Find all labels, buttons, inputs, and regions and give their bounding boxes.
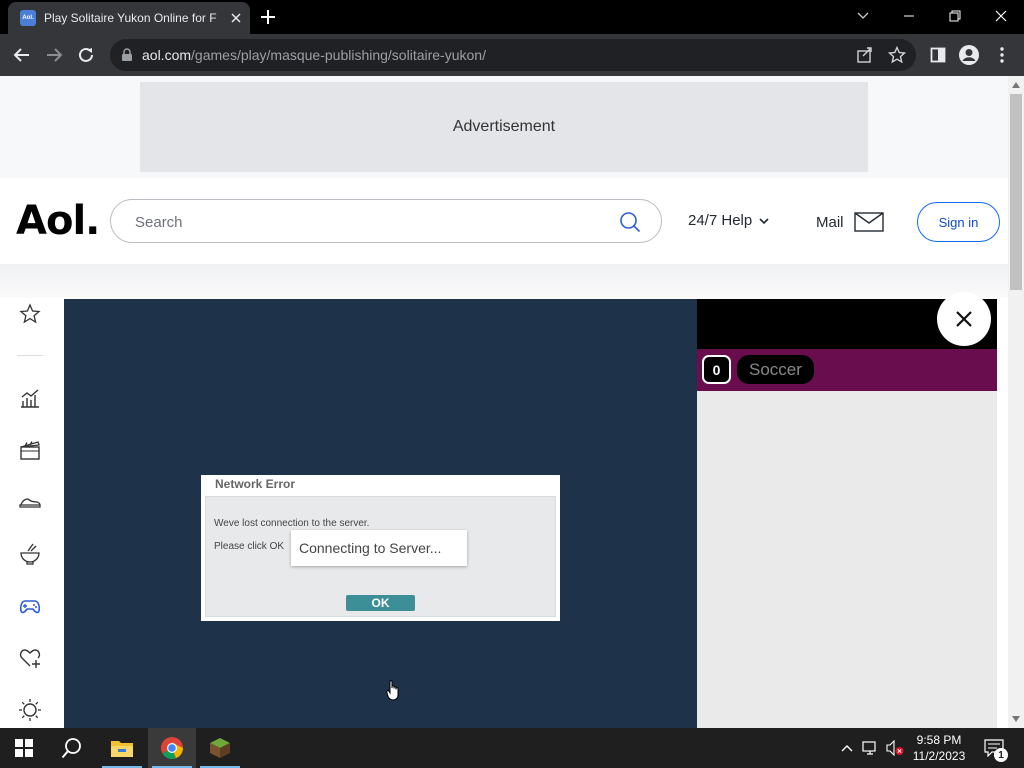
network-error-dialog: Network Error Weve lost connection to th…	[201, 475, 560, 621]
game-canvas[interactable]: Network Error Weve lost connection to th…	[64, 299, 697, 728]
file-explorer-icon[interactable]	[98, 728, 146, 768]
browser-tab[interactable]: Aol. Play Solitaire Yukon Online for F	[8, 2, 250, 34]
clock-time: 9:58 PM	[916, 733, 962, 747]
windows-taskbar: 9:58 PM 11/2/2023 1	[0, 728, 1024, 768]
volume-muted-icon[interactable]	[886, 738, 904, 758]
sun-icon[interactable]	[18, 698, 42, 722]
windows-start-icon[interactable]	[0, 728, 48, 768]
dialog-message-line1: Weve lost connection to the server.	[214, 518, 370, 529]
ad-strip: Advertisement	[0, 76, 1008, 178]
url-text[interactable]: aol.com/games/play/masque-publishing/sol…	[142, 47, 486, 63]
close-icon	[956, 311, 972, 327]
system-clock[interactable]: 9:58 PM 11/2/2023	[906, 732, 972, 764]
tab-close-icon[interactable]	[228, 10, 244, 26]
bowl-icon[interactable]	[18, 542, 42, 566]
restore-button[interactable]	[932, 0, 978, 32]
sign-in-button[interactable]: Sign in	[917, 202, 1000, 242]
dialog-message-line2: Please click OK	[214, 541, 285, 552]
site-header: Aol. 24/7 Help Mail Sign in	[0, 178, 1008, 264]
gamepad-icon[interactable]	[18, 594, 42, 618]
tab-search-icon[interactable]	[840, 0, 886, 32]
chrome-taskbar-icon[interactable]	[148, 728, 196, 768]
help-menu[interactable]: 24/7 Help	[688, 212, 770, 229]
aol-logo[interactable]: Aol.	[16, 198, 100, 244]
lock-icon[interactable]	[121, 48, 133, 62]
reload-icon[interactable]	[75, 44, 97, 66]
dialog-title: Network Error	[215, 477, 296, 491]
browser-titlebar: Aol. Play Solitaire Yukon Online for F	[0, 0, 1024, 34]
page-scrollbar[interactable]	[1008, 76, 1024, 728]
help-label: 24/7 Help	[688, 212, 753, 229]
score-bar: 0 Soccer	[697, 349, 997, 391]
advertisement[interactable]: Advertisement	[140, 82, 868, 172]
mail-label: Mail	[816, 213, 844, 231]
clock-date: 11/2/2023	[912, 749, 966, 763]
search-bar[interactable]	[110, 199, 662, 243]
tray-chevron-up-icon[interactable]	[838, 738, 856, 758]
scrollbar-thumb[interactable]	[1010, 94, 1022, 290]
right-side-panel: 0 Soccer	[697, 292, 997, 728]
ok-button[interactable]: OK	[346, 595, 415, 611]
side-panel-icon[interactable]	[927, 44, 949, 66]
scroll-down-arrow-icon[interactable]	[1012, 716, 1020, 722]
heart-plus-icon[interactable]	[18, 646, 42, 670]
search-input[interactable]	[135, 211, 595, 233]
profile-icon[interactable]	[958, 44, 980, 66]
chevron-down-icon	[758, 215, 770, 227]
aol-favicon: Aol.	[20, 10, 36, 26]
mail-envelope-icon	[853, 212, 884, 232]
minecraft-icon[interactable]	[196, 728, 244, 768]
share-icon[interactable]	[856, 46, 874, 64]
clapperboard-icon[interactable]	[18, 438, 42, 462]
back-icon[interactable]	[11, 44, 33, 66]
mail-link[interactable]: Mail	[816, 212, 884, 232]
rail-divider	[17, 355, 43, 356]
forward-icon[interactable]	[43, 44, 65, 66]
tab-title: Play Solitaire Yukon Online for F	[44, 11, 217, 25]
search-icon[interactable]	[619, 211, 641, 233]
browser-menu-icon[interactable]	[991, 44, 1013, 66]
score-badge: 0	[702, 355, 731, 384]
chart-icon[interactable]	[18, 386, 42, 410]
left-nav-rail	[0, 298, 64, 728]
minimize-button[interactable]	[886, 0, 932, 32]
header-divider-strip	[0, 264, 1008, 298]
sport-label[interactable]: Soccer	[737, 355, 814, 384]
taskbar-search-icon[interactable]	[48, 728, 96, 768]
connecting-status: Connecting to Server...	[291, 530, 467, 566]
address-bar[interactable]: aol.com/games/play/masque-publishing/sol…	[110, 39, 916, 71]
shoe-icon[interactable]	[18, 490, 42, 514]
web-page: Advertisement Aol. 24/7 Help Mail Sign i…	[0, 76, 1008, 728]
bookmark-star-icon[interactable]	[888, 46, 906, 64]
url-host: aol.com	[142, 47, 192, 63]
scroll-up-arrow-icon[interactable]	[1012, 82, 1020, 88]
hand-cursor-icon	[386, 679, 400, 701]
star-icon[interactable]	[18, 302, 42, 326]
notification-count-badge: 1	[994, 748, 1008, 762]
url-path: /games/play/masque-publishing/solitaire-…	[191, 47, 486, 63]
new-tab-button[interactable]	[258, 7, 278, 27]
close-game-button[interactable]	[937, 292, 991, 346]
close-window-button[interactable]	[978, 0, 1024, 32]
browser-toolbar: aol.com/games/play/masque-publishing/sol…	[0, 34, 1024, 76]
network-icon[interactable]	[862, 738, 880, 758]
